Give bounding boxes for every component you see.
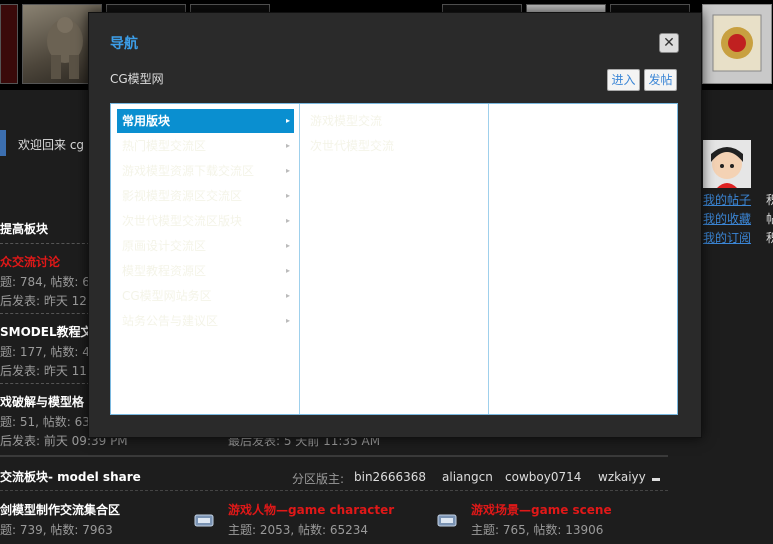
collapse-icon[interactable]: [652, 478, 660, 481]
welcome-text: 欢迎回来 cg: [18, 138, 85, 152]
category-label: 模型教程资源区: [122, 264, 207, 278]
section-divider: [0, 455, 668, 457]
forum-icon: [437, 514, 457, 527]
category-label: 热门模型交流区: [122, 139, 207, 153]
forum-name[interactable]: 游戏人物—game character: [228, 501, 394, 518]
divider: [0, 243, 90, 244]
welcome-bar: 欢迎回来 cg: [0, 128, 90, 160]
category-label: 游戏模型资源下载交流区: [122, 164, 255, 178]
navigation-panel: 常用版块 ▸ 热门模型交流区 ▸ 游戏模型资源下载交流区 ▸ 影视模型资源区交流…: [110, 103, 678, 415]
category-item-common[interactable]: 常用版块 ▸: [117, 109, 294, 133]
forum-stats: 题: 784, 帖数: 6: [0, 275, 90, 289]
category-item[interactable]: 热门模型交流区 ▸: [117, 134, 294, 158]
chevron-right-icon: ▸: [285, 116, 290, 125]
forum-last-post: 后发表: 昨天 11:: [0, 364, 91, 378]
category-item[interactable]: CG模型网站务区 ▸: [117, 284, 294, 308]
moderator-link[interactable]: aliangcn: [442, 470, 493, 484]
forum-stats: 题: 51, 帖数: 63: [0, 415, 90, 429]
divider: [0, 383, 90, 384]
close-icon: ✕: [663, 35, 675, 51]
moderator-link[interactable]: bin2666368: [354, 470, 426, 484]
navigation-dialog: 导航 ✕ CG模型网 进入 发帖 常用版块 ▸ 热门模型交流区 ▸ 游戏模型资源…: [88, 12, 702, 438]
stat-label: 帖: [766, 212, 773, 226]
avatar-icon: [703, 140, 751, 188]
category-item[interactable]: 游戏模型资源下载交流区 ▸: [117, 159, 294, 183]
forum-icon: [194, 514, 214, 527]
stat-label: 积: [766, 231, 773, 245]
chevron-right-icon: ▸: [285, 291, 290, 300]
chevron-right-icon: ▸: [285, 241, 290, 250]
section-title: 交流板块- model share: [0, 470, 141, 484]
stat-label: 积: [766, 193, 773, 207]
chevron-right-icon: ▸: [285, 316, 290, 325]
section-title: 提高板块: [0, 222, 49, 236]
chevron-right-icon: ▸: [285, 191, 290, 200]
category-label: CG模型网站务区: [122, 289, 212, 303]
chevron-right-icon: ▸: [285, 216, 290, 225]
avatar[interactable]: [703, 140, 751, 188]
my-subscriptions-link[interactable]: 我的订阅: [703, 229, 751, 246]
category-label: 次世代模型交流区版块: [122, 214, 243, 228]
category-label: 原画设计交流区: [122, 239, 207, 253]
chevron-right-icon: ▸: [285, 141, 290, 150]
moderator-link[interactable]: cowboy0714: [505, 470, 581, 484]
moderator-link[interactable]: wzkaiyy: [598, 470, 646, 484]
chevron-right-icon: ▸: [285, 166, 290, 175]
divider: [0, 313, 90, 314]
welcome-marker: [0, 130, 6, 156]
forum-last-post: 后发表: 昨天 12:: [0, 294, 91, 308]
forum-stats: 题: 177, 帖数: 4: [0, 345, 90, 359]
category-item[interactable]: 模型教程资源区 ▸: [117, 259, 294, 283]
subforum-item[interactable]: 次世代模型交流: [310, 134, 490, 158]
site-name: CG模型网: [110, 72, 164, 86]
forum-name[interactable]: 剑模型制作交流集合区: [0, 501, 120, 518]
category-label: 影视模型资源区交流区: [122, 189, 243, 203]
category-label: 常用版块: [122, 114, 171, 128]
category-item[interactable]: 影视模型资源区交流区 ▸: [117, 184, 294, 208]
category-item[interactable]: 原画设计交流区 ▸: [117, 234, 294, 258]
forum-name[interactable]: 戏破解与模型格: [0, 393, 84, 410]
category-item[interactable]: 站务公告与建议区 ▸: [117, 309, 294, 333]
forum-stats: 主题: 765, 帖数: 13906: [471, 523, 604, 537]
forum-name[interactable]: 游戏场景—game scene: [471, 501, 612, 518]
forum-name[interactable]: SMODEL教程文: [0, 323, 93, 340]
chevron-right-icon: ▸: [285, 266, 290, 275]
dialog-title: 导航: [110, 36, 138, 52]
enter-button[interactable]: 进入: [607, 69, 640, 91]
close-button[interactable]: ✕: [659, 33, 679, 53]
thumbnail[interactable]: [0, 4, 18, 84]
thumbnail[interactable]: [702, 4, 772, 84]
subforum-item[interactable]: 游戏模型交流: [310, 109, 490, 133]
my-posts-link[interactable]: 我的帖子: [703, 191, 751, 208]
divider: [0, 490, 668, 491]
category-item[interactable]: 次世代模型交流区版块 ▸: [117, 209, 294, 233]
forum-stats: 题: 739, 帖数: 7963: [0, 523, 113, 537]
forum-stats: 主题: 2053, 帖数: 65234: [228, 523, 369, 537]
category-label: 站务公告与建议区: [122, 314, 219, 328]
post-button[interactable]: 发帖: [644, 69, 677, 91]
badge-thumbnail-icon: [712, 14, 762, 72]
column-divider: [299, 104, 300, 414]
forum-name[interactable]: 众交流讨论: [0, 253, 60, 270]
my-favorites-link[interactable]: 我的收藏: [703, 210, 751, 227]
moderators-label: 分区版主:: [292, 472, 345, 486]
